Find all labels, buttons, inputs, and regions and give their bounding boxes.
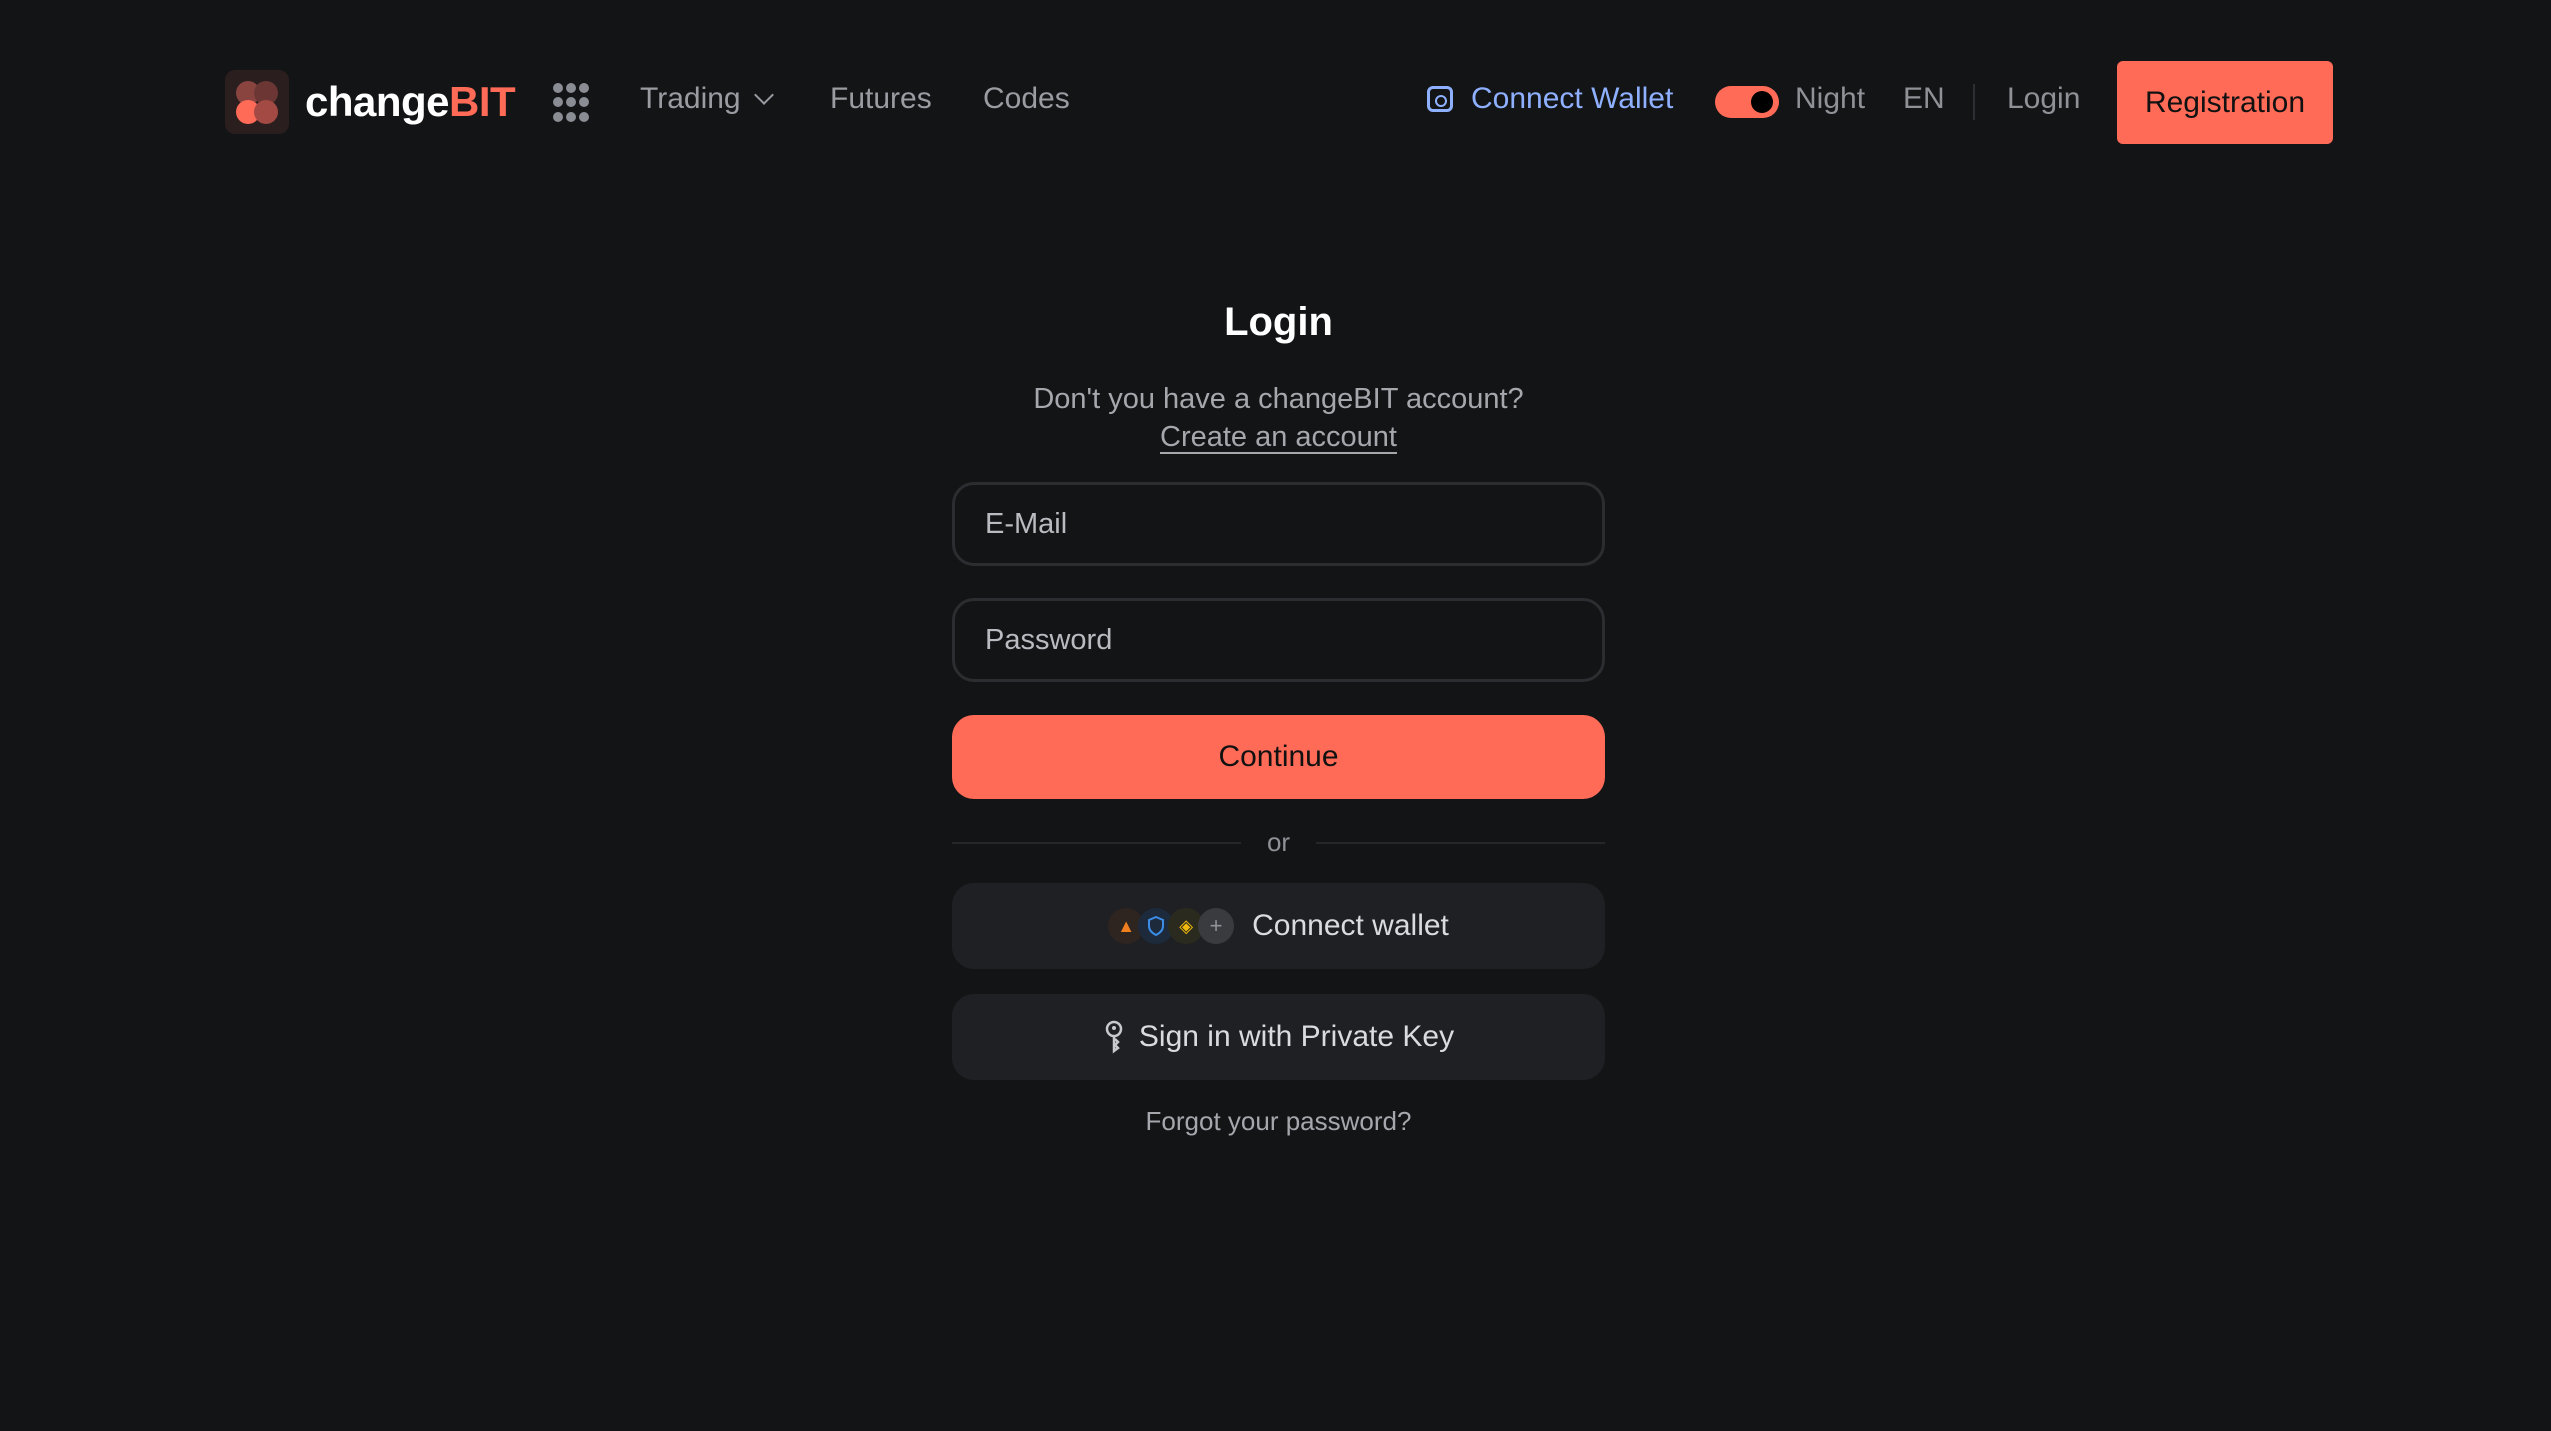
connect-wallet-button[interactable]: ▲ ◈ + Connect wallet (952, 883, 1605, 969)
header-connect-wallet-label: Connect Wallet (1471, 82, 1674, 115)
signup-prompt: Don't you have a changeBIT account? (1033, 383, 1524, 415)
create-account-link[interactable]: Create an account (1160, 421, 1397, 454)
logo[interactable]: changeBIT (225, 70, 516, 134)
night-mode-label: Night (1795, 82, 1866, 115)
logo-text: changeBIT (305, 78, 516, 125)
or-divider: or (952, 827, 1605, 858)
logo-icon (225, 70, 289, 134)
chevron-down-icon (753, 85, 774, 105)
email-input[interactable] (985, 507, 1602, 541)
connect-wallet-label: Connect wallet (1252, 909, 1449, 942)
header-divider (1973, 84, 1975, 120)
plus-icon: + (1198, 908, 1235, 944)
header-login-link[interactable]: Login (2007, 82, 2080, 116)
language-selector[interactable]: EN (1903, 82, 1945, 116)
toggle-knob (1751, 91, 1773, 113)
key-icon (1103, 1020, 1125, 1054)
top-navbar: changeBIT Trading Futures Codes Connect … (0, 0, 2551, 206)
private-key-label: Sign in with Private Key (1138, 1020, 1455, 1053)
nav-codes[interactable]: Codes (983, 82, 1070, 116)
nav-trading[interactable]: Trading (640, 82, 774, 116)
wallet-icon (1427, 86, 1453, 112)
login-form: Login Don't you have a changeBIT account… (952, 290, 1605, 1137)
wallet-provider-icons: ▲ ◈ + (1108, 908, 1235, 944)
nav-futures[interactable]: Futures (830, 82, 932, 116)
registration-button[interactable]: Registration (2117, 61, 2333, 144)
nav-trading-label: Trading (640, 82, 741, 115)
night-mode-toggle[interactable] (1715, 86, 1779, 118)
header-connect-wallet[interactable]: Connect Wallet (1427, 82, 1673, 116)
forgot-password-link[interactable]: Forgot your password? (952, 1106, 1605, 1137)
email-field[interactable] (952, 482, 1605, 566)
page-title: Login (1224, 300, 1333, 344)
password-field[interactable] (952, 598, 1605, 682)
private-key-button[interactable]: Sign in with Private Key (952, 994, 1605, 1080)
password-input[interactable] (985, 623, 1602, 657)
apps-grid-icon[interactable] (553, 83, 593, 123)
continue-button[interactable]: Continue (952, 715, 1605, 799)
or-label: or (1266, 827, 1291, 857)
